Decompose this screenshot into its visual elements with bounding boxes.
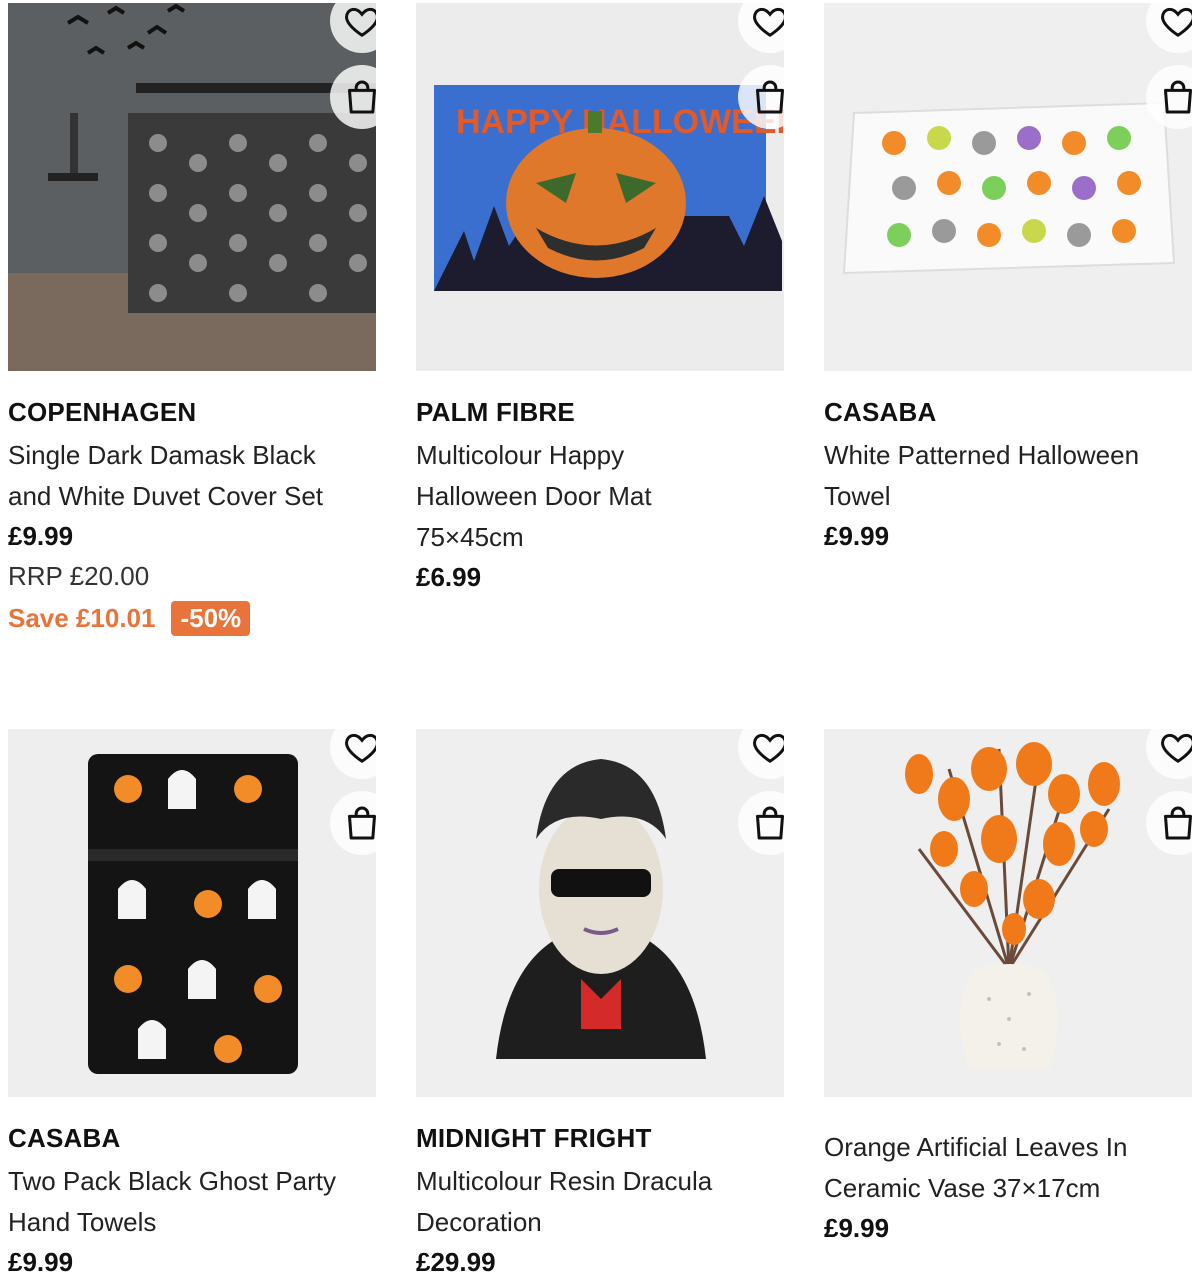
product-brand: COPENHAGEN — [8, 397, 197, 427]
product-title-line[interactable]: and White Duvet Cover Set — [8, 476, 380, 517]
product-card[interactable]: COPENHAGEN Single Dark Damask Black and … — [8, 3, 380, 639]
heart-outline-icon — [753, 733, 784, 763]
product-image[interactable] — [824, 3, 1192, 371]
ghost-towels-image — [8, 729, 376, 1097]
product-image[interactable] — [416, 729, 784, 1097]
product-card[interactable]: CASABA White Patterned Halloween Towel £… — [824, 3, 1196, 556]
product-image[interactable]: HAPPY HALLOWEEN — [416, 3, 784, 371]
dracula-image — [416, 729, 784, 1097]
product-grid: COPENHAGEN Single Dark Damask Black and … — [0, 0, 1200, 1279]
product-card[interactable]: Orange Artificial Leaves In Ceramic Vase… — [824, 729, 1196, 1248]
shopping-bag-icon — [1164, 806, 1192, 840]
product-image[interactable] — [8, 3, 376, 371]
product-title-line[interactable]: 75×45cm — [416, 517, 788, 558]
heart-outline-icon — [345, 733, 376, 763]
product-price: £6.99 — [416, 562, 482, 592]
shopping-bag-icon — [756, 806, 784, 840]
product-title-line[interactable]: Two Pack Black Ghost Party — [8, 1161, 380, 1202]
doormat-image: HAPPY HALLOWEEN — [416, 3, 784, 371]
duvet-image — [8, 3, 376, 371]
product-image[interactable] — [824, 729, 1192, 1097]
heart-outline-icon — [1161, 7, 1192, 37]
product-title-line[interactable]: Single Dark Damask Black — [8, 435, 380, 476]
product-brand: MIDNIGHT FRIGHT — [416, 1123, 652, 1153]
product-card[interactable]: MIDNIGHT FRIGHT Multicolour Resin Dracul… — [416, 729, 788, 1279]
product-title-line[interactable]: Decoration — [416, 1202, 788, 1243]
shopping-bag-icon — [1164, 80, 1192, 114]
shopping-bag-icon — [756, 80, 784, 114]
product-title-line[interactable]: Orange Artificial Leaves In — [824, 1127, 1196, 1168]
discount-badge: -50% — [171, 600, 251, 636]
product-title-line[interactable]: Multicolour Happy — [416, 435, 788, 476]
product-title-line[interactable]: White Patterned Halloween — [824, 435, 1196, 476]
product-title-line[interactable]: Multicolour Resin Dracula — [416, 1161, 788, 1202]
heart-outline-icon — [345, 7, 376, 37]
shopping-bag-icon — [348, 80, 376, 114]
heart-outline-icon — [1161, 733, 1192, 763]
product-image[interactable] — [8, 729, 376, 1097]
product-price: £9.99 — [8, 1247, 74, 1277]
product-brand: PALM FIBRE — [416, 397, 575, 427]
product-card[interactable]: HAPPY HALLOWEEN PALM FIBRE Multicolour H… — [416, 3, 788, 597]
shopping-bag-icon — [348, 806, 376, 840]
product-brand: CASABA — [824, 397, 937, 427]
product-title-line[interactable]: Ceramic Vase 37×17cm — [824, 1168, 1196, 1209]
product-price: £9.99 — [8, 521, 74, 551]
savings-text: Save £10.01 — [8, 602, 156, 633]
product-card[interactable]: CASABA Two Pack Black Ghost Party Hand T… — [8, 729, 380, 1279]
product-rrp: RRP £20.00 — [8, 561, 150, 591]
product-title-line[interactable]: Hand Towels — [8, 1202, 380, 1243]
towel-image — [824, 3, 1192, 371]
product-price: £9.99 — [824, 1213, 890, 1243]
savings-row: Save £10.01 -50% — [8, 597, 380, 639]
product-title-line[interactable]: Towel — [824, 476, 1196, 517]
leaves-vase-image — [824, 729, 1192, 1097]
heart-outline-icon — [753, 7, 784, 37]
product-title-line[interactable]: Halloween Door Mat — [416, 476, 788, 517]
product-brand: CASABA — [8, 1123, 121, 1153]
product-price: £29.99 — [416, 1247, 496, 1277]
product-price: £9.99 — [824, 521, 890, 551]
